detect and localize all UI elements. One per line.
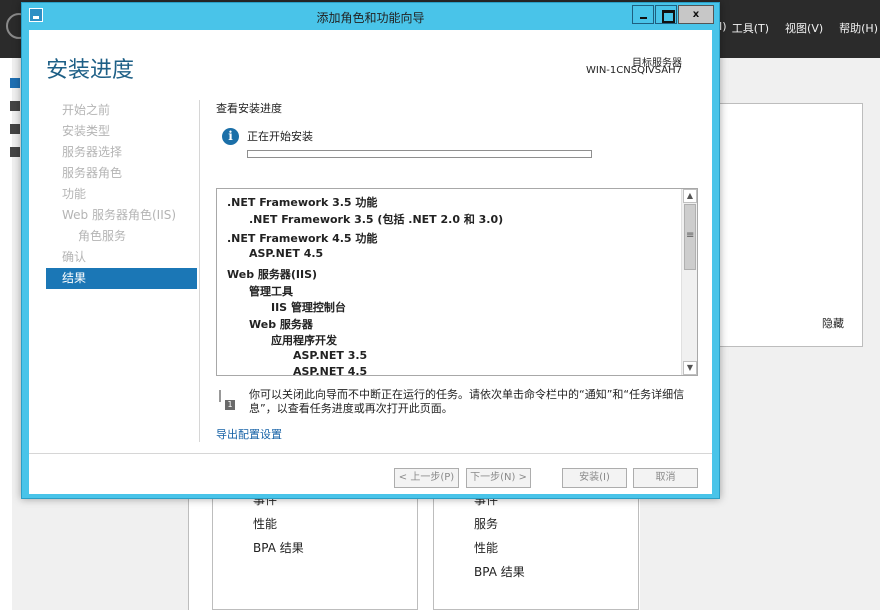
notification-flag-icon: 1: [219, 390, 235, 412]
dashboard-icon[interactable]: [10, 78, 20, 88]
nav-item-before-you-begin[interactable]: 开始之前: [46, 100, 197, 121]
list-scrollbar[interactable]: ▲ ▼: [681, 189, 697, 375]
tile-row-bpa[interactable]: BPA 结果: [474, 563, 525, 580]
install-list-item: ASP.NET 4.5: [249, 246, 324, 260]
menu-view[interactable]: 视图(V): [785, 20, 823, 36]
add-roles-wizard-dialog: 添加角色和功能向导 x 安装进度 目标服务器 WIN-1CNSQIVSAH7 开…: [21, 2, 720, 499]
destination-server-name: WIN-1CNSQIVSAH7: [585, 65, 682, 76]
install-list-item: Web 服务器(IIS): [227, 268, 318, 281]
dialog-title: 添加角色和功能向导: [316, 11, 425, 25]
nav-item-web-server-role[interactable]: Web 服务器角色(IIS): [46, 205, 197, 226]
tile-row-performance[interactable]: 性能: [474, 539, 498, 556]
install-list-item: 应用程序开发: [271, 334, 337, 347]
install-list-item: .NET Framework 3.5 功能: [227, 196, 378, 209]
previous-button[interactable]: < 上一步(P): [394, 468, 459, 488]
menu-tools[interactable]: 工具(T): [732, 20, 769, 36]
wizard-nav: 开始之前 安装类型 服务器选择 服务器角色 功能 Web 服务器角色(IIS) …: [46, 100, 197, 289]
menu-bar: 工具(T) 视图(V) 帮助(H): [732, 20, 880, 36]
local-server-icon[interactable]: [10, 101, 20, 111]
install-progress-bar: [247, 150, 592, 158]
maximize-button[interactable]: [655, 5, 677, 24]
footer-divider: [29, 453, 712, 454]
menu-manage-partial[interactable]: I): [719, 20, 727, 33]
install-list-item: Web 服务器: [249, 317, 313, 331]
install-list-item: .NET Framework 4.5 功能: [227, 232, 378, 245]
info-icon: i: [222, 128, 239, 145]
install-list-item: ASP.NET 4.5: [293, 365, 368, 376]
install-list-item: .NET Framework 3.5 (包括 .NET 2.0 和 3.0): [249, 212, 504, 226]
file-services-icon[interactable]: [10, 147, 20, 157]
install-list-item: 管理工具: [249, 284, 293, 298]
install-status-text: 正在开始安装: [247, 130, 313, 143]
nav-item-installation-type[interactable]: 安装类型: [46, 121, 197, 142]
nav-item-server-selection[interactable]: 服务器选择: [46, 142, 197, 163]
nav-item-role-services[interactable]: 角色服务: [46, 226, 197, 247]
cancel-button[interactable]: 取消: [633, 468, 698, 488]
all-servers-icon[interactable]: [10, 124, 20, 134]
page-title: 安装进度: [46, 58, 135, 83]
nav-item-results[interactable]: 结果: [46, 268, 197, 289]
minimize-button[interactable]: [632, 5, 654, 24]
install-list-item: ASP.NET 3.5: [293, 348, 368, 362]
nav-item-features[interactable]: 功能: [46, 184, 197, 205]
install-button[interactable]: 安装(I): [562, 468, 627, 488]
tile-row-services[interactable]: 服务: [474, 515, 498, 532]
menu-help[interactable]: 帮助(H): [839, 20, 878, 36]
tile-row-bpa[interactable]: BPA 结果: [253, 539, 304, 556]
dialog-titlebar[interactable]: 添加角色和功能向导 x: [22, 3, 719, 29]
close-wizard-note: 你可以关闭此向导而不中断正在运行的任务。请依次单击命令栏中的“通知”和“任务详细…: [249, 388, 685, 415]
install-list-item: IIS 管理控制台: [271, 301, 346, 314]
server-manager-sidebar: [0, 58, 12, 610]
view-progress-label: 查看安装进度: [216, 102, 282, 115]
close-button[interactable]: x: [678, 5, 714, 24]
nav-item-confirmation[interactable]: 确认: [46, 247, 197, 268]
tile-row-performance[interactable]: 性能: [253, 515, 277, 532]
install-items-list[interactable]: .NET Framework 3.5 功能 .NET Framework 3.5 …: [216, 188, 698, 376]
scroll-down-icon[interactable]: ▼: [683, 361, 697, 375]
hide-link[interactable]: 隐藏: [822, 315, 844, 331]
nav-item-server-roles[interactable]: 服务器角色: [46, 163, 197, 184]
export-configuration-link[interactable]: 导出配置设置: [216, 426, 282, 442]
scroll-up-icon[interactable]: ▲: [683, 189, 697, 203]
next-button[interactable]: 下一步(N) >: [466, 468, 531, 488]
scroll-thumb[interactable]: [684, 204, 696, 270]
nav-divider: [199, 100, 200, 442]
dialog-client-area: 安装进度 目标服务器 WIN-1CNSQIVSAH7 开始之前 安装类型 服务器…: [29, 30, 712, 494]
notification-count: 1: [225, 400, 235, 410]
